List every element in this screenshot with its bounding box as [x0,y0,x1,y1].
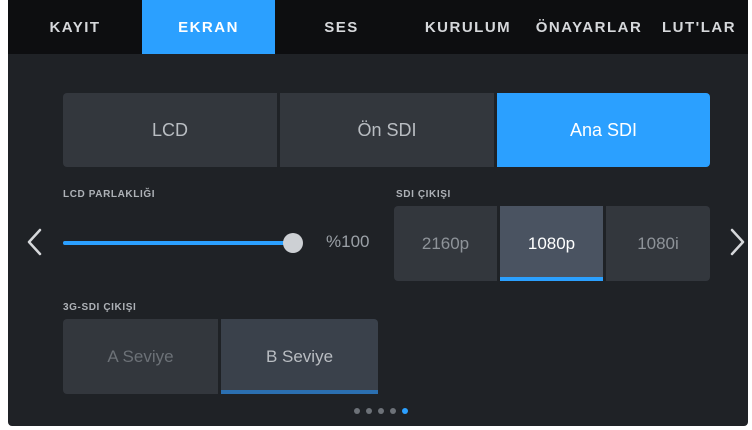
tab-presets[interactable]: ÖNAYARLAR [528,0,650,54]
sdi-output-option-1080p[interactable]: 1080p [500,206,603,281]
lcd-brightness-slider-fill [63,241,293,245]
sdi-output-option-1080i[interactable]: 1080i [606,206,710,281]
chevron-left-icon[interactable] [24,227,48,257]
monitor-option-lcd[interactable]: LCD [63,93,277,167]
page-dot [354,408,360,414]
page-dot [402,408,408,414]
page-indicator [354,408,408,414]
3g-sdi-output-label: 3G-SDI ÇIKIŞI [63,302,137,313]
monitor-option-main-sdi[interactable]: Ana SDI [497,93,710,167]
tab-record[interactable]: KAYIT [8,0,142,54]
lcd-brightness-label: LCD PARLAKLIĞI [63,189,156,200]
page-dot [390,408,396,414]
chevron-right-icon[interactable] [724,227,748,257]
display-settings-screen: KAYIT EKRAN SES KURULUM ÖNAYARLAR LUT'LA… [8,0,748,426]
sdi-output-option-2160p[interactable]: 2160p [394,206,497,281]
tab-monitor[interactable]: EKRAN [142,0,275,54]
sdi-output-option-1080p-label: 1080p [527,233,576,253]
3g-sdi-option-level-b-label: B Seviye [265,346,334,366]
selected-indicator [221,390,378,394]
tab-bar: KAYIT EKRAN SES KURULUM ÖNAYARLAR LUT'LA… [8,0,748,54]
3g-sdi-option-level-b[interactable]: B Seviye [221,319,378,394]
3g-sdi-option-level-a[interactable]: A Seviye [63,319,218,394]
page-dot [366,408,372,414]
selected-indicator [500,277,603,281]
lcd-brightness-slider[interactable] [63,241,293,245]
tab-setup[interactable]: KURULUM [408,0,528,54]
tab-audio[interactable]: SES [275,0,408,54]
page-dot [378,408,384,414]
sdi-output-label: SDI ÇIKIŞI [396,189,451,200]
monitor-option-front-sdi[interactable]: Ön SDI [280,93,494,167]
lcd-brightness-value: %100 [326,232,370,251]
lcd-brightness-slider-thumb[interactable] [283,233,303,253]
tab-luts[interactable]: LUT'LAR [650,0,748,54]
